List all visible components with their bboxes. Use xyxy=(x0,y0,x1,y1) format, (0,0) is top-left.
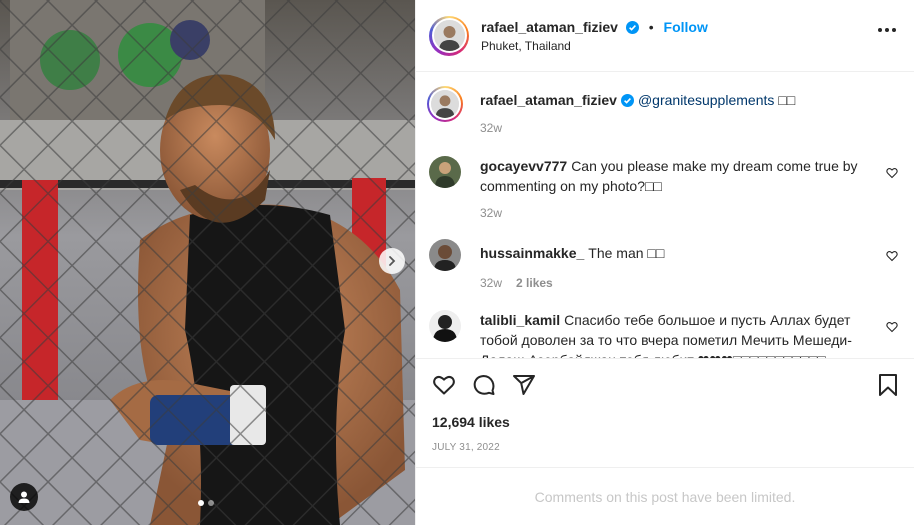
post-location[interactable]: Phuket, Thailand xyxy=(481,39,708,53)
verified-badge-icon xyxy=(620,94,634,107)
carousel-next-button[interactable] xyxy=(379,248,405,274)
comment-item: gocayevv777 Can you please make my dream … xyxy=(429,156,898,223)
comment-like-heart-icon[interactable] xyxy=(886,166,898,182)
comment-likes[interactable]: 2 likes xyxy=(516,273,553,293)
carousel-dot xyxy=(208,500,214,506)
chevron-right-icon xyxy=(389,256,396,266)
comment-like-heart-icon[interactable] xyxy=(886,249,898,265)
share-icon[interactable] xyxy=(512,373,536,397)
caption-emoji: □□ xyxy=(778,92,796,108)
author-username[interactable]: rafael_ataman_fiziev xyxy=(481,19,618,35)
caption-time[interactable]: 32w xyxy=(480,118,502,138)
comments-list[interactable]: rafael_ataman_fiziev @granitesupplements … xyxy=(416,72,914,358)
tagged-users-button[interactable] xyxy=(10,483,38,511)
carousel-dot-active xyxy=(198,500,204,506)
heart-icon[interactable] xyxy=(432,373,456,397)
verified-badge-icon xyxy=(625,20,639,34)
comment-avatar[interactable] xyxy=(429,239,461,271)
comment-username[interactable]: hussainmakke_ xyxy=(480,245,584,261)
post-photo xyxy=(0,0,415,525)
comment-like-heart-icon[interactable] xyxy=(886,320,898,336)
avatar xyxy=(431,90,459,118)
caption-mention[interactable]: @granitesupplements xyxy=(638,92,774,108)
comment-text: The man □□ xyxy=(588,245,665,261)
caption-avatar[interactable] xyxy=(427,86,463,122)
likes-count[interactable]: 12,694 likes xyxy=(416,414,914,430)
comment-item: talibli_kamil Спасибо тебе большое и пуст… xyxy=(429,310,898,358)
comment-time[interactable]: 32w xyxy=(480,273,502,293)
post-actions xyxy=(416,358,914,410)
post-date[interactable]: JULY 31, 2022 xyxy=(416,442,914,453)
separator-dot: • xyxy=(648,18,654,35)
caption-row: rafael_ataman_fiziev @granitesupplements … xyxy=(427,86,898,138)
caption-username[interactable]: rafael_ataman_fiziev xyxy=(480,92,617,108)
comment-time[interactable]: 32w xyxy=(480,203,502,223)
story-ring[interactable] xyxy=(429,15,469,56)
post-header: rafael_ataman_fiziev • Follow Phuket, Th… xyxy=(416,0,914,72)
comment-icon[interactable] xyxy=(472,373,496,397)
post-media[interactable] xyxy=(0,0,415,525)
comment-avatar[interactable] xyxy=(429,156,461,188)
comment-item: hussainmakke_ The man □□ 32w 2 likes xyxy=(429,239,898,293)
comment-avatar[interactable] xyxy=(429,310,461,342)
more-options-icon[interactable] xyxy=(878,28,896,32)
user-icon xyxy=(18,491,30,503)
carousel-indicator xyxy=(198,500,214,506)
comment-username[interactable]: talibli_kamil xyxy=(480,312,560,328)
post-view: rafael_ataman_fiziev • Follow Phuket, Th… xyxy=(0,0,914,525)
avatar xyxy=(433,20,465,51)
comment-username[interactable]: gocayevv777 xyxy=(480,158,567,174)
bookmark-icon[interactable] xyxy=(878,374,898,399)
post-side-panel: rafael_ataman_fiziev • Follow Phuket, Th… xyxy=(415,0,914,525)
comments-limited-notice: Comments on this post have been limited. xyxy=(416,467,914,525)
follow-button[interactable]: Follow xyxy=(664,19,708,35)
